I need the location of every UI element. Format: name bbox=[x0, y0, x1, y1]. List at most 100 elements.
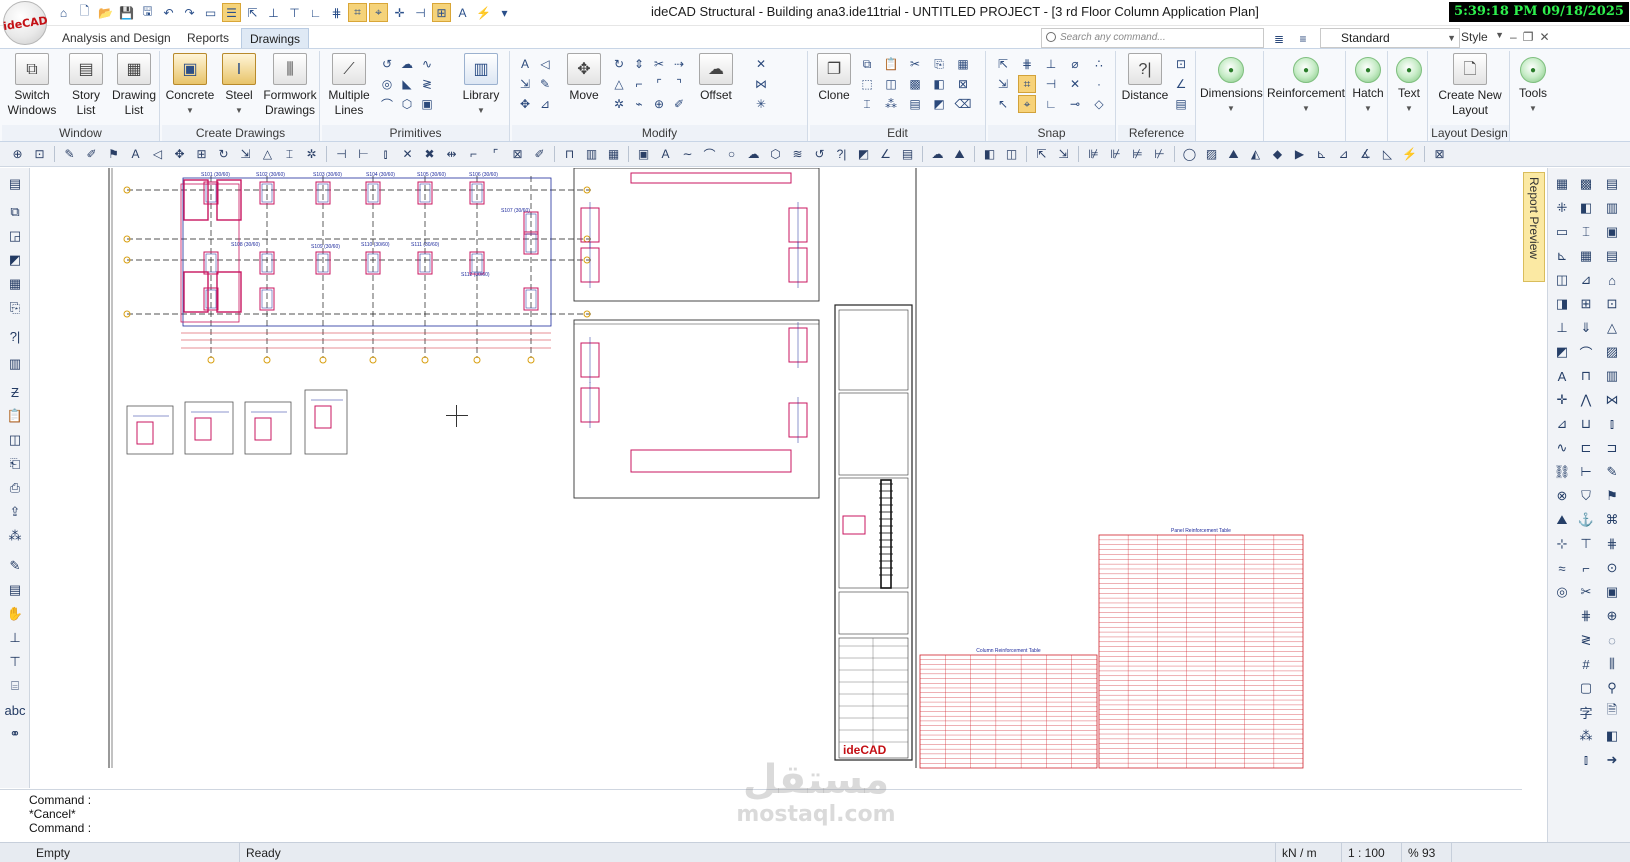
dimension-icon[interactable]: ⊢ bbox=[1576, 462, 1596, 482]
circle-tool-icon[interactable]: ◎ bbox=[378, 75, 396, 93]
elevation-icon[interactable]: ◺ bbox=[1378, 145, 1397, 164]
stretch-tool-icon[interactable]: ⇲ bbox=[516, 75, 534, 93]
pipe-icon[interactable]: ⊏ bbox=[1576, 438, 1596, 458]
align-tool-icon[interactable]: ⊿ bbox=[536, 95, 554, 113]
arc-icon[interactable]: ⌒ bbox=[700, 145, 719, 164]
step-icon[interactable]: ⌐ bbox=[1576, 558, 1596, 578]
text-a-icon[interactable]: A bbox=[126, 145, 145, 164]
explode-icon[interactable]: ✲ bbox=[610, 95, 628, 113]
ortho-icon[interactable]: ⊞ bbox=[432, 3, 451, 22]
support-icon[interactable]: △ bbox=[1602, 318, 1622, 338]
pile-icon[interactable]: ⫾ bbox=[1602, 414, 1622, 434]
ucs-object-icon[interactable]: ⊭ bbox=[1128, 145, 1147, 164]
move-button[interactable]: ✥ Move bbox=[562, 53, 606, 103]
corner-icon[interactable]: ⌝ bbox=[670, 75, 688, 93]
paint-icon[interactable]: ✐ bbox=[530, 145, 549, 164]
axis-icon[interactable]: ⊥ bbox=[1552, 318, 1572, 338]
mesh-icon[interactable]: ⁜ bbox=[1552, 198, 1572, 218]
snap-node-icon[interactable]: · bbox=[1090, 75, 1108, 93]
polygon-icon[interactable]: ⬡ bbox=[766, 145, 785, 164]
text-icon[interactable]: A bbox=[656, 145, 675, 164]
layers-icon[interactable]: ⧉ bbox=[5, 202, 25, 222]
quick-command-icon[interactable]: ⚡ bbox=[474, 3, 493, 22]
extend-icon[interactable]: ⊢ bbox=[354, 145, 373, 164]
load-icon[interactable]: ⇓ bbox=[1576, 318, 1596, 338]
mountain-icon[interactable]: ⛰ bbox=[950, 145, 969, 164]
library-button[interactable]: ▥ Library ▼ bbox=[456, 53, 506, 118]
opening-icon[interactable]: ⊡ bbox=[1602, 294, 1622, 314]
tab-drawings[interactable]: Drawings bbox=[241, 28, 310, 48]
zoom-icon[interactable]: ⊕ bbox=[8, 145, 27, 164]
lattice-icon[interactable]: ⋕ bbox=[1576, 606, 1596, 626]
flag-icon[interactable]: ⚑ bbox=[104, 145, 123, 164]
snap-nearest-icon[interactable]: ✛ bbox=[390, 3, 409, 22]
properties-icon[interactable]: ▤ bbox=[5, 174, 25, 194]
redo-icon[interactable]: ↷ bbox=[180, 3, 199, 22]
cloud-edit-icon[interactable]: ☁ bbox=[928, 145, 947, 164]
purge-icon[interactable]: ⊠ bbox=[954, 75, 972, 93]
tag-icon[interactable]: ⌘ bbox=[1602, 510, 1622, 530]
wall-icon[interactable]: ▭ bbox=[1552, 222, 1572, 242]
tank-icon[interactable]: ⊔ bbox=[1576, 414, 1596, 434]
frame-icon[interactable]: ⊓ bbox=[560, 145, 579, 164]
cut-icon[interactable]: ✂ bbox=[906, 55, 924, 73]
hatch-button[interactable]: ● Hatch ▼ bbox=[1350, 53, 1386, 116]
snap-center-icon[interactable]: ⊣ bbox=[1042, 75, 1060, 93]
command-search-input[interactable]: Search any command... bbox=[1041, 28, 1264, 48]
brush-icon[interactable]: ✐ bbox=[670, 95, 688, 113]
tree-icon[interactable]: ⊿ bbox=[1552, 414, 1572, 434]
column-icon[interactable]: ▣ bbox=[1602, 222, 1622, 242]
database-icon[interactable]: ◫ bbox=[5, 430, 25, 450]
binoculars-icon[interactable]: ⚭ bbox=[5, 724, 25, 744]
snap-perpendicular-icon[interactable]: ∟ bbox=[1042, 95, 1060, 113]
angle-measure-icon[interactable]: ∠ bbox=[1172, 75, 1190, 93]
copy-move-icon[interactable]: ⊞ bbox=[192, 145, 211, 164]
snap-intersection-icon[interactable]: ✕ bbox=[1066, 75, 1084, 93]
revision-icon[interactable]: ↺ bbox=[810, 145, 829, 164]
arrow-right-icon[interactable]: ➜ bbox=[1602, 750, 1622, 770]
angle-icon[interactable]: ∠ bbox=[876, 145, 895, 164]
layer-icon[interactable]: ◧ bbox=[1576, 198, 1596, 218]
status-units[interactable]: kN / m bbox=[1276, 843, 1342, 862]
scale-icon[interactable]: ⇲ bbox=[236, 145, 255, 164]
table-icon[interactable]: ▤ bbox=[898, 145, 917, 164]
text-icon[interactable]: A bbox=[1552, 366, 1572, 386]
snap-track-icon[interactable]: ⇲ bbox=[994, 75, 1012, 93]
joint-icon[interactable]: ⊙ bbox=[1602, 558, 1622, 578]
close-icon[interactable]: ✕ bbox=[1539, 30, 1549, 44]
shield-icon[interactable]: ⛉ bbox=[1576, 486, 1596, 506]
split-icon[interactable]: ⋈ bbox=[752, 75, 770, 93]
formwork-drawings-button[interactable]: ⫼ Formwork Drawings bbox=[262, 53, 318, 118]
app-logo-button[interactable]: ideCAD bbox=[2, 1, 48, 45]
flag-icon[interactable]: ⚑ bbox=[1602, 486, 1622, 506]
table-tool-icon[interactable]: ▤ bbox=[5, 580, 25, 600]
window-icon[interactable]: ◧ bbox=[980, 145, 999, 164]
distance-icon[interactable]: ?| bbox=[832, 145, 851, 164]
print-icon[interactable]: ⎙ bbox=[5, 478, 25, 498]
mirror-tool-icon[interactable]: ◁ bbox=[536, 55, 554, 73]
move-icon[interactable]: ✥ bbox=[170, 145, 189, 164]
solid-icon[interactable]: ◭ bbox=[1246, 145, 1265, 164]
checker-icon[interactable]: ▩ bbox=[1576, 174, 1596, 194]
query-icon[interactable]: ?| bbox=[5, 326, 25, 346]
snap-midpoint-icon[interactable]: ⌖ bbox=[1018, 95, 1036, 113]
glyph-icon[interactable]: 字 bbox=[1576, 702, 1596, 722]
cloud-icon[interactable]: ☁ bbox=[744, 145, 763, 164]
select-all-icon[interactable]: ⬚ bbox=[858, 75, 876, 93]
style-select[interactable]: Standard ▼ bbox=[1320, 28, 1460, 48]
grid-line-icon[interactable]: ⋕ bbox=[1602, 534, 1622, 554]
pin-icon[interactable]: ⚲ bbox=[1602, 678, 1622, 698]
story-list-button[interactable]: ▤ Story List bbox=[64, 53, 108, 118]
axis-edit-icon[interactable]: ⊿ bbox=[1334, 145, 1353, 164]
grid-icon[interactable]: ▤ bbox=[1602, 174, 1622, 194]
export-icon[interactable]: ⇪ bbox=[5, 502, 25, 522]
anchor-icon[interactable]: ⚓ bbox=[1576, 510, 1596, 530]
grid-tool-icon[interactable]: ▦ bbox=[5, 274, 25, 294]
break-icon[interactable]: ⌁ bbox=[630, 95, 648, 113]
create-new-layout-button[interactable]: 🗋 Create New Layout bbox=[1434, 53, 1506, 118]
box-icon[interactable]: ▢ bbox=[1576, 678, 1596, 698]
truss-icon[interactable]: ⋀ bbox=[1576, 390, 1596, 410]
rebar-icon[interactable]: ⁂ bbox=[882, 95, 900, 113]
cloud-tool-icon[interactable]: ☁ bbox=[398, 55, 416, 73]
style-menu[interactable]: Style ▼ bbox=[1461, 30, 1507, 44]
